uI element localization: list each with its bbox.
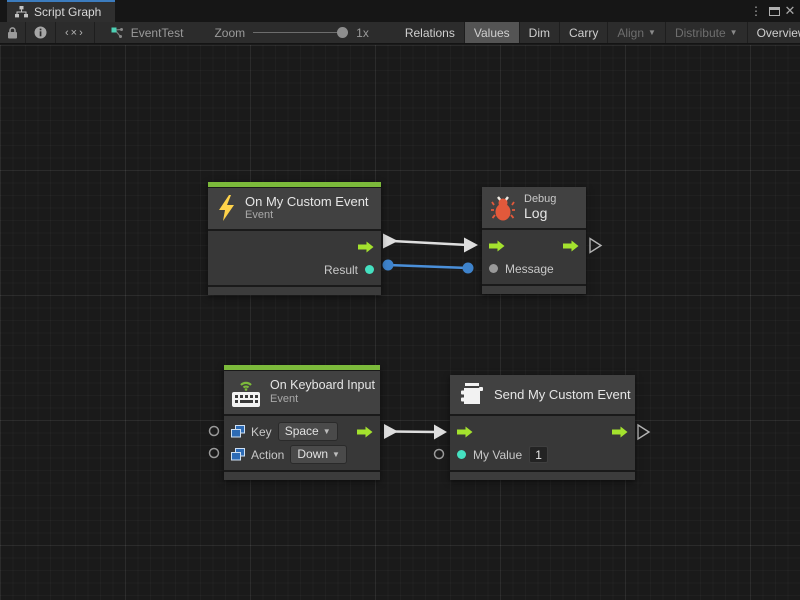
zoom-slider[interactable] [253, 32, 348, 33]
key-dropdown[interactable]: Space [278, 422, 338, 441]
node-header[interactable]: On Keyboard Input Event [224, 371, 380, 414]
code-preview-button[interactable] [56, 22, 95, 43]
chevron-down-icon [648, 28, 656, 37]
unit-machine-icon [459, 381, 485, 407]
breadcrumb-graph[interactable]: EventTest [95, 22, 193, 43]
data-output-port-result[interactable] [365, 265, 374, 274]
lock-icon [7, 27, 18, 39]
node-header[interactable]: On My Custom Event Event [208, 188, 381, 229]
dim-label: Dim [529, 26, 550, 40]
align-dropdown[interactable]: Align [608, 22, 666, 43]
node-subtitle: Event [245, 209, 369, 222]
node-title: Log [524, 206, 556, 221]
bug-icon [491, 193, 515, 221]
code-icon [65, 27, 85, 39]
carry-toggle[interactable]: Carry [560, 22, 608, 43]
tab-script-graph[interactable]: Script Graph [7, 0, 115, 22]
carry-label: Carry [569, 26, 598, 40]
title-bar: Script Graph [0, 0, 800, 22]
tab-title: Script Graph [34, 5, 101, 19]
graph-hierarchy-icon [15, 6, 28, 18]
key-dropdown-value: Space [285, 424, 319, 438]
graph-toolbar: EventTest Zoom 1x Relations Values Dim C… [0, 22, 800, 44]
zoom-control: Zoom 1x [192, 22, 377, 43]
graph-canvas[interactable] [0, 45, 800, 600]
port-label-key: Key [251, 425, 272, 439]
info-icon [34, 26, 47, 39]
node-title: Send My Custom Event [494, 387, 631, 402]
lock-button[interactable] [0, 22, 26, 43]
node-subtitle: Event [270, 393, 375, 406]
distribute-dropdown[interactable]: Distribute [666, 22, 748, 43]
node-body: My Value [450, 416, 635, 470]
relations-toggle[interactable]: Relations [396, 22, 465, 43]
relations-label: Relations [405, 26, 455, 40]
node-footer [224, 472, 380, 480]
node-send-my-custom-event[interactable]: Send My Custom Event My Value [450, 375, 635, 480]
chevron-down-icon [332, 450, 340, 459]
overview-label: Overview [757, 26, 800, 40]
node-header[interactable]: Debug Log [482, 187, 586, 228]
values-label: Values [474, 26, 510, 40]
flow-output-port[interactable] [358, 241, 374, 253]
node-body: Key Space Action [224, 416, 380, 470]
graph-name: EventTest [131, 26, 184, 40]
inline-value-icon [231, 448, 245, 461]
toolbar-spacer [378, 22, 396, 43]
window-menu-icon[interactable] [748, 0, 764, 22]
node-header[interactable]: Send My Custom Event [450, 375, 635, 414]
port-label-myvalue: My Value [473, 448, 522, 462]
event-accent-bar [208, 182, 381, 187]
action-dropdown-value: Down [297, 447, 328, 461]
chevron-down-icon [323, 427, 331, 436]
node-on-my-custom-event[interactable]: On My Custom Event Event Result [208, 182, 381, 295]
zoom-label: Zoom [214, 26, 245, 40]
flow-output-port[interactable] [612, 426, 628, 438]
node-body: Message [482, 230, 586, 284]
event-accent-bar [224, 365, 380, 370]
node-debug-log[interactable]: Debug Log Message [482, 187, 586, 294]
zoom-value: 1x [356, 26, 369, 40]
port-label-action: Action [251, 448, 284, 462]
node-on-keyboard-input[interactable]: On Keyboard Input Event Key Space [224, 365, 380, 480]
port-label-result: Result [324, 263, 358, 277]
values-toggle[interactable]: Values [465, 22, 520, 43]
flow-output-port[interactable] [357, 426, 373, 438]
node-title: On My Custom Event [245, 194, 369, 209]
node-footer [482, 286, 586, 294]
keyboard-icon [231, 376, 261, 408]
inline-value-icon [231, 425, 245, 438]
script-graph-window: Script Graph [0, 0, 800, 600]
chevron-down-icon [730, 28, 738, 37]
flow-input-port[interactable] [457, 426, 473, 438]
maximize-icon[interactable] [766, 0, 782, 22]
inspect-button[interactable] [26, 22, 56, 43]
flow-input-port[interactable] [489, 240, 505, 252]
graph-asset-icon [111, 27, 124, 39]
align-label: Align [617, 26, 644, 40]
node-footer [208, 287, 381, 295]
dim-toggle[interactable]: Dim [520, 22, 560, 43]
flow-output-port[interactable] [563, 240, 579, 252]
data-input-port-myvalue[interactable] [457, 450, 466, 459]
zoom-slider-thumb[interactable] [337, 27, 348, 38]
node-title: On Keyboard Input [270, 378, 375, 393]
port-label-message: Message [505, 262, 554, 276]
overview-button[interactable]: Overview [748, 22, 800, 43]
myvalue-input[interactable] [529, 446, 548, 463]
lightning-bolt-icon [217, 195, 236, 221]
node-body: Result [208, 231, 381, 285]
distribute-label: Distribute [675, 26, 726, 40]
data-input-port-message[interactable] [489, 264, 498, 273]
action-dropdown[interactable]: Down [290, 445, 347, 464]
node-footer [450, 472, 635, 480]
close-icon[interactable] [782, 0, 798, 22]
